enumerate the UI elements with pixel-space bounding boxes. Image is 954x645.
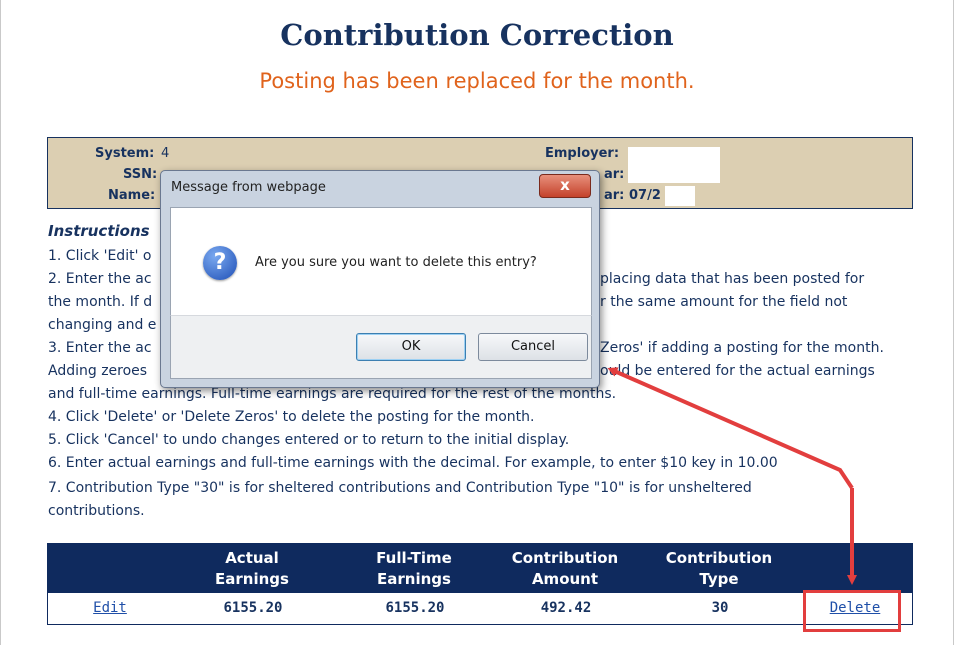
question-icon: ? (203, 246, 237, 280)
dialog-footer: OK Cancel (170, 315, 592, 379)
dialog-title: Message from webpage (171, 180, 326, 195)
dialog-message: Are you sure you want to delete this ent… (255, 255, 537, 270)
confirm-dialog: Message from webpage x ? Are you sure yo… (160, 170, 600, 388)
cancel-button[interactable]: Cancel (478, 333, 588, 361)
close-icon[interactable]: x (539, 174, 591, 198)
arrow-to-dialog (607, 367, 854, 490)
dialog-body: ? Are you sure you want to delete this e… (170, 207, 592, 316)
ok-button[interactable]: OK (356, 333, 466, 361)
